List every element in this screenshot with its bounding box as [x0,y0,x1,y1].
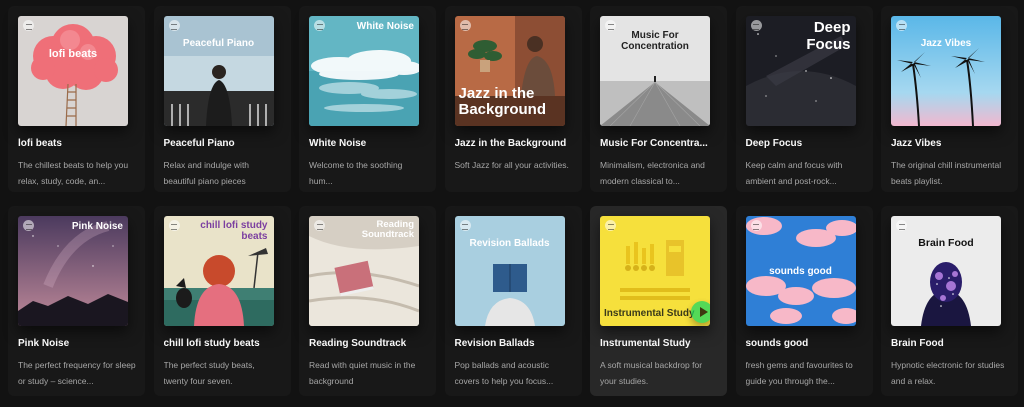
playlist-title[interactable]: Deep Focus [746,138,864,152]
playlist-title[interactable]: Peaceful Piano [164,138,282,152]
cover-title: chill lofi study beats [200,220,268,242]
playlist-card[interactable]: Jazz Vibes Jazz Vibes The original chill… [881,6,1018,192]
cover-title: Jazz Vibes [920,38,972,49]
cover-title: Reading Soundtrack [361,219,414,241]
playlist-description: Hypnotic electronic for studies and a re… [891,360,1005,386]
playlist-cover: Music For Concentration [600,16,710,126]
playlist-cover: Revision Ballads [454,216,565,326]
spotify-logo-icon [23,20,34,31]
spotify-logo-icon [459,220,471,231]
playlist-card[interactable]: Revision Ballads Revision Ballads Pop ba… [444,206,582,396]
playlist-cover: sounds good [745,216,856,326]
spotify-logo-icon [314,20,325,31]
cover-title: sounds good [769,266,832,277]
playlist-cover: Deep Focus [745,16,856,126]
spotify-logo-icon [750,20,762,31]
playlist-title[interactable]: Instrumental Study [600,338,718,352]
playlist-card[interactable]: sounds good sounds good fresh gems and f… [735,206,873,396]
playlist-cover: Jazz in the Background [454,16,565,126]
playlist-description: Relax and indulge with beautiful piano p… [163,160,250,186]
spotify-logo-icon [168,220,180,231]
playlist-card[interactable]: White Noise White Noise Welcome to the s… [299,6,436,192]
playlist-card-hovered[interactable]: Instrumental Study Instrumental Study A … [590,206,727,396]
spotify-logo-icon [896,20,907,31]
playlist-description: Minimalism, electronica and modern class… [600,160,705,186]
spotify-logo-icon [896,220,907,231]
playlist-title[interactable]: Brain Food [891,338,1009,352]
cover-title: Jazz in the Background [458,85,547,118]
playlist-description: The original chill instrumental beats pl… [891,160,1002,186]
playlist-cover: White Noise [309,16,419,126]
playlist-card[interactable]: chill lofi study beats chill lofi study … [153,206,291,396]
cover-title: Peaceful Piano [182,38,255,49]
playlist-title[interactable]: White Noise [309,138,427,152]
playlist-cover: Jazz Vibes [891,16,1001,126]
playlist-cover: lofi beats [18,16,128,126]
cover-title: Brain Food [918,237,974,249]
cover-title: Revision Ballads [469,238,550,249]
playlist-card[interactable]: Reading Soundtrack Reading Soundtrack Re… [299,206,436,396]
playlist-description: Keep calm and focus with ambient and pos… [745,160,843,186]
playlist-description: fresh gems and favourites to guide you t… [745,360,853,386]
spotify-logo-icon [750,220,762,231]
playlist-description: Read with quiet music in the background [309,360,416,386]
playlist-cover: Brain Food [891,216,1001,326]
cover-title: Music For Concentration [621,30,689,52]
playlist-description: Welcome to the soothing hum... [309,160,403,186]
playlist-title[interactable]: sounds good [746,338,864,352]
playlist-title[interactable]: Jazz Vibes [891,138,1009,152]
playlist-title[interactable]: chill lofi study beats [164,338,282,352]
cover-title: lofi beats [48,48,98,60]
spotify-logo-icon [168,20,180,31]
playlist-card[interactable]: Brain Food Brain Food Hypnotic electroni… [881,206,1018,396]
playlist-description: A soft musical backdrop for your studies… [600,360,703,386]
playlist-description: The perfect frequency for sleep or study… [18,360,136,386]
playlist-title[interactable]: Pink Noise [18,338,136,352]
playlist-title[interactable]: Revision Ballads [455,338,573,352]
playlist-cover: chill lofi study beats [163,216,274,326]
cover-title: Pink Noise [71,221,123,232]
playlist-description: Soft Jazz for all your activities. [454,160,569,170]
playlist-cover: Pink Noise [18,216,128,326]
playlist-card[interactable]: Jazz in the Background Jazz in the Backg… [444,6,582,192]
spotify-logo-icon [605,220,616,231]
playlist-description: The perfect study beats, twenty four sev… [163,360,255,386]
playlist-card[interactable]: Deep Focus Deep Focus Keep calm and focu… [735,6,873,192]
playlist-title[interactable]: Jazz in the Background [455,138,573,152]
spotify-logo-icon [459,20,471,31]
playlist-card[interactable]: lofi beats lofi beats The chillest beats… [8,6,145,192]
playlist-cover: Peaceful Piano [163,16,274,126]
spotify-logo-icon [314,220,325,231]
playlist-title[interactable]: Music For Concentra... [600,138,718,152]
playlist-cover: Reading Soundtrack [309,216,419,326]
playlist-grid: lofi beats lofi beats The chillest beats… [8,6,1018,396]
playlist-card[interactable]: Pink Noise Pink Noise The perfect freque… [8,206,145,396]
spotify-logo-icon [23,220,34,231]
playlist-title[interactable]: Reading Soundtrack [309,338,427,352]
playlist-title[interactable]: lofi beats [18,138,136,152]
cover-title: Deep Focus [806,19,851,53]
cover-title: White Noise [356,21,414,32]
play-button[interactable] [691,301,710,323]
playlist-description: The chillest beats to help you relax, st… [18,160,129,186]
playlist-cover: Instrumental Study [600,216,710,326]
playlist-description: Pop ballads and acoustic covers to help … [454,360,554,386]
playlist-card[interactable]: Peaceful Piano Peaceful Piano Relax and … [153,6,291,192]
playlist-card[interactable]: Music For Concentration Music For Concen… [590,6,727,192]
